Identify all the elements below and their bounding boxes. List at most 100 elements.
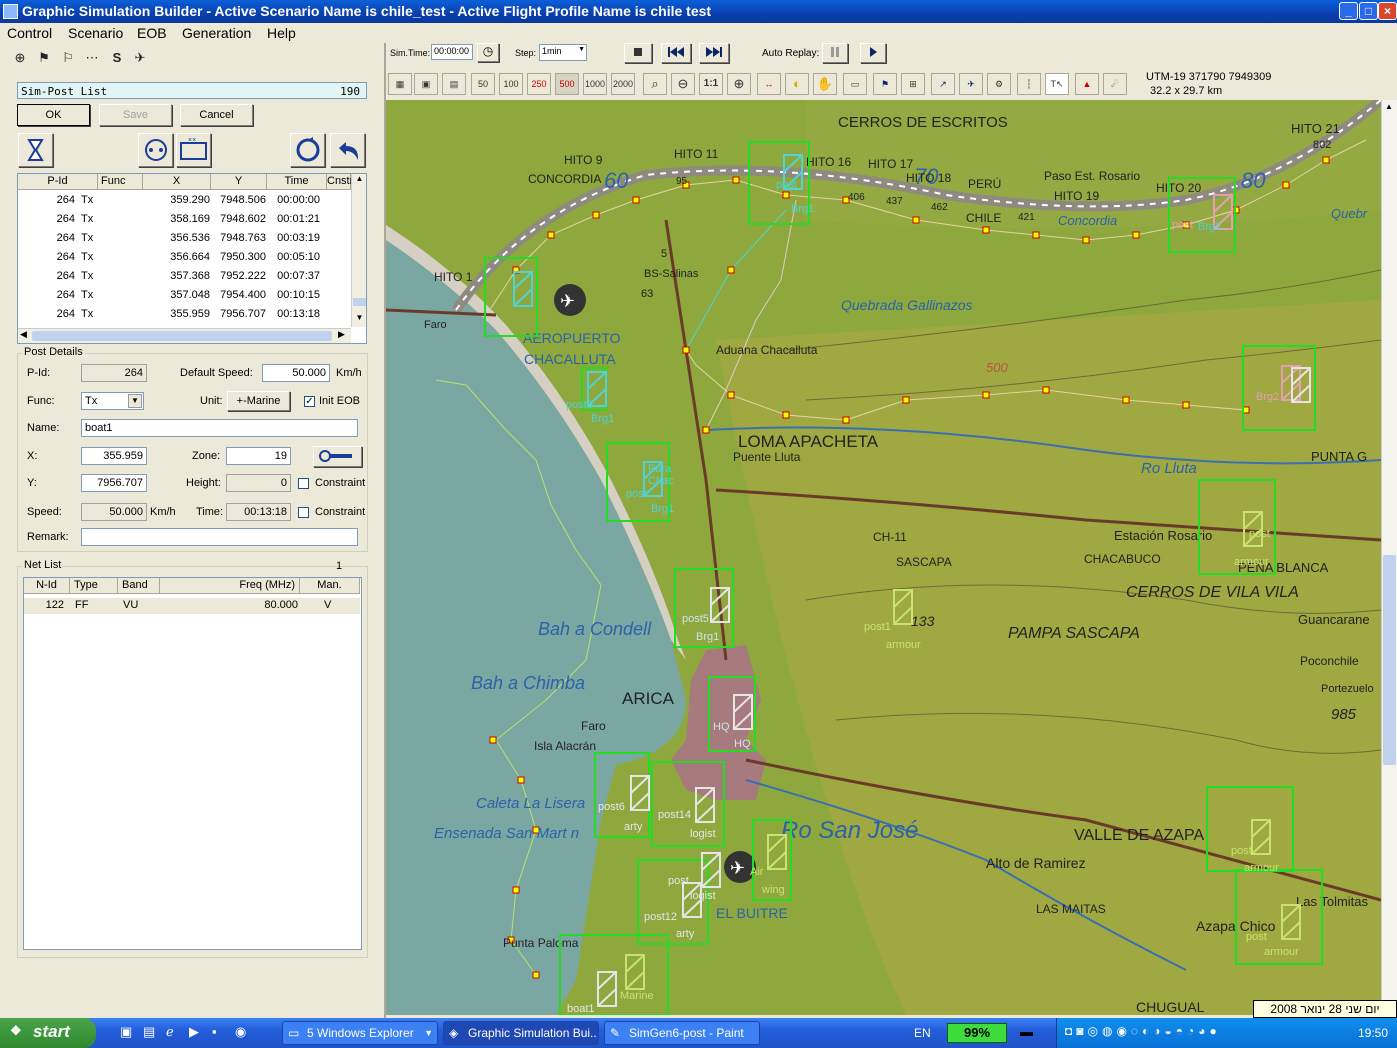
- route-point[interactable]: [1132, 231, 1140, 239]
- route-icon[interactable]: ↗: [931, 73, 955, 95]
- gear-icon[interactable]: ⚙: [987, 73, 1011, 95]
- route-point[interactable]: [512, 886, 520, 894]
- chevron-down-icon[interactable]: ▼: [128, 394, 142, 408]
- menu-generation[interactable]: Generation: [182, 25, 251, 41]
- menu-scenario[interactable]: Scenario: [68, 25, 123, 41]
- one-to-one-button[interactable]: 1:1: [699, 73, 723, 95]
- zoom-region-icon[interactable]: ⌕: [643, 73, 667, 95]
- quick-launch-media-icon[interactable]: ▶: [189, 1024, 199, 1040]
- simtime-input[interactable]: 00:00:00: [431, 44, 473, 60]
- route-point[interactable]: [782, 191, 790, 199]
- route-point[interactable]: [732, 176, 740, 184]
- col-nid[interactable]: N-Id: [24, 578, 70, 594]
- map-canvas[interactable]: ✈ ✈ CERROS DE ESCRITOS HITO 21 802 HITO 9 CO…: [386, 100, 1381, 1015]
- route-point[interactable]: [532, 971, 540, 979]
- fast-forward-button[interactable]: [699, 43, 729, 63]
- north-icon[interactable]: T↖: [1045, 73, 1069, 95]
- task-windows-explorer[interactable]: ▭ 5 Windows Explorer ▼: [282, 1021, 438, 1045]
- net-list-grid[interactable]: N-Id Type Band Freq (MHz) Man. 122 FF VU 80…: [23, 577, 362, 950]
- pick-location-button[interactable]: [313, 446, 362, 467]
- ok-button[interactable]: OK: [17, 104, 90, 126]
- globe-icon[interactable]: ⊕: [11, 50, 29, 66]
- remark-input[interactable]: [81, 528, 358, 546]
- grid-hscroll[interactable]: ◀ ▶: [18, 328, 351, 343]
- start-button[interactable]: ❖ start: [0, 1018, 96, 1048]
- close-button[interactable]: ×: [1378, 2, 1397, 20]
- tray-icons[interactable]: ◘◙◎◍◉◌◐◑◒◓◔◕●: [1065, 1024, 1221, 1038]
- scroll-left-icon[interactable]: ◀: [20, 329, 27, 340]
- route-point[interactable]: [702, 426, 710, 434]
- time-constraint-checkbox[interactable]: [298, 507, 309, 518]
- quick-launch-desktop-icon[interactable]: ▣: [120, 1024, 132, 1040]
- y-input[interactable]: 7956.707: [81, 474, 147, 492]
- task-paint[interactable]: ✎ SimGen6-post - Paint: [604, 1021, 760, 1045]
- quick-launch-explorer-icon[interactable]: ▤: [143, 1024, 155, 1040]
- route-point[interactable]: [982, 391, 990, 399]
- route-point[interactable]: [682, 346, 690, 354]
- unit-box-button[interactable]: ××: [176, 133, 211, 167]
- map-scroll-up-icon[interactable]: ▲: [1382, 102, 1396, 111]
- map-vscroll[interactable]: ▲ ▼: [1381, 100, 1397, 1015]
- ruler-icon[interactable]: ┆: [1017, 73, 1041, 95]
- brightness-icon[interactable]: ◐: [785, 73, 809, 95]
- route-point[interactable]: [632, 196, 640, 204]
- aircraft-icon[interactable]: ✈: [959, 73, 983, 95]
- col-x[interactable]: X: [143, 174, 211, 190]
- quick-launch-cmd-icon[interactable]: ▪: [212, 1024, 217, 1039]
- zone-input[interactable]: 19: [226, 447, 291, 465]
- unit-button[interactable]: +-Marine: [227, 391, 290, 411]
- route-point[interactable]: [727, 391, 735, 399]
- minimize-button[interactable]: _: [1339, 2, 1358, 20]
- route-point[interactable]: [902, 396, 910, 404]
- route-point[interactable]: [912, 216, 920, 224]
- scroll-down-icon[interactable]: ▼: [352, 313, 366, 327]
- route-point[interactable]: [547, 231, 555, 239]
- table-row[interactable]: 264 Tx 355.959 7956.707 00:13:18: [18, 307, 351, 323]
- s-icon[interactable]: S: [108, 50, 126, 66]
- col-y[interactable]: Y: [211, 174, 267, 190]
- route-nodes-button[interactable]: [138, 133, 173, 167]
- flags-icon[interactable]: ⚐: [59, 50, 77, 66]
- x-input[interactable]: 355.959: [81, 447, 147, 465]
- col-man[interactable]: Man.: [300, 578, 360, 594]
- scroll-right-icon[interactable]: ▶: [338, 329, 345, 340]
- quick-launch-app-icon[interactable]: ◉: [235, 1024, 246, 1040]
- route-point[interactable]: [1322, 156, 1330, 164]
- menu-help[interactable]: Help: [267, 25, 296, 41]
- col-pid[interactable]: P-Id: [18, 174, 98, 190]
- grid-icon[interactable]: ⊞: [901, 73, 925, 95]
- scale-500-button[interactable]: 500: [555, 73, 579, 95]
- name-input[interactable]: boat1: [81, 419, 358, 437]
- route-point[interactable]: [1122, 396, 1130, 404]
- rewind-button[interactable]: [661, 43, 691, 63]
- plane-icon[interactable]: ✈: [131, 50, 149, 66]
- clock-button[interactable]: ◷: [477, 43, 499, 62]
- col-cnstr[interactable]: Cnstr: [327, 174, 353, 190]
- play-button[interactable]: [860, 43, 886, 63]
- scale-250-button[interactable]: 250: [527, 73, 551, 95]
- zoom-percent-badge[interactable]: 99%: [947, 1023, 1007, 1043]
- table-row[interactable]: 264 Tx 356.664 7950.300 00:05:10: [18, 250, 351, 266]
- route-point[interactable]: [1082, 236, 1090, 244]
- flag-map-icon[interactable]: ⚑: [873, 73, 897, 95]
- open-icon[interactable]: ▣: [414, 73, 438, 95]
- route-point[interactable]: [982, 226, 990, 234]
- route-point[interactable]: [782, 411, 790, 419]
- sim-post-grid[interactable]: P-Id Func X Y Time Cnstr 264 Tx 359.290 794…: [17, 173, 367, 344]
- map-view[interactable]: ✈ ✈ CERROS DE ESCRITOS HITO 21 802 HITO 9 CO…: [386, 100, 1381, 1015]
- route-point[interactable]: [842, 416, 850, 424]
- grid-vscroll[interactable]: ▲ ▼: [351, 174, 366, 327]
- table-row[interactable]: 264 Tx 358.169 7948.602 00:01:21: [18, 212, 351, 228]
- route-point[interactable]: [1282, 181, 1290, 189]
- task-graphic-sim-builder[interactable]: ◈ Graphic Simulation Bui...: [443, 1021, 599, 1045]
- col-time[interactable]: Time: [267, 174, 327, 190]
- map-scroll-thumb[interactable]: [1383, 555, 1396, 765]
- col-band[interactable]: Band: [118, 578, 160, 594]
- clock[interactable]: 19:50: [1358, 1026, 1388, 1040]
- stop-button[interactable]: [624, 43, 652, 63]
- network-icon[interactable]: ⋯: [83, 50, 101, 66]
- init-eob-checkbox[interactable]: ✓: [304, 396, 315, 407]
- height-constraint-checkbox[interactable]: [298, 478, 309, 489]
- col-freq[interactable]: Freq (MHz): [160, 578, 300, 594]
- hourglass-button[interactable]: [18, 133, 53, 167]
